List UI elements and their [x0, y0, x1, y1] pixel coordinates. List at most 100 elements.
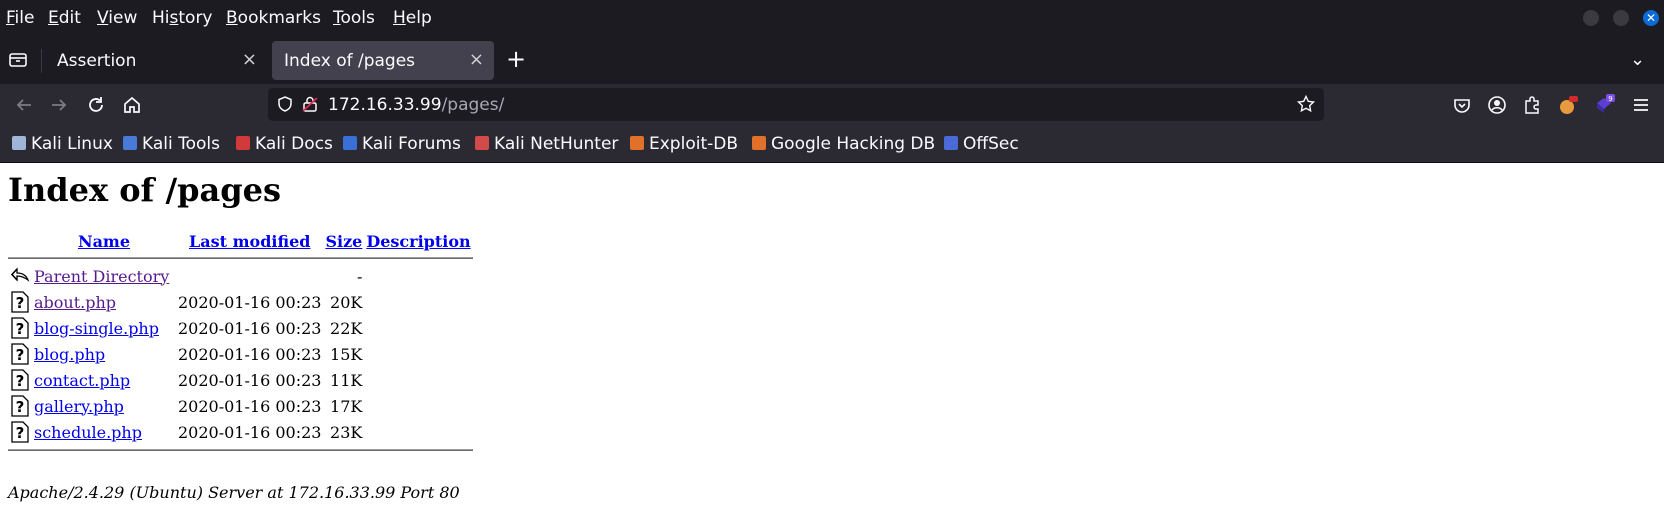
- list-all-tabs-icon[interactable]: ⌄: [1630, 49, 1645, 70]
- account-icon[interactable]: [1486, 94, 1508, 116]
- file-link[interactable]: blog.php: [34, 345, 105, 364]
- directory-listing: Name Last modified Size Description Pare…: [8, 229, 473, 455]
- description-column-header[interactable]: Description: [364, 229, 472, 253]
- back-arrow-icon[interactable]: [13, 94, 35, 116]
- bookmark-kali-docs[interactable]: Kali Docs: [236, 134, 333, 154]
- menu-edit[interactable]: Edit: [48, 8, 81, 28]
- pocket-icon[interactable]: [1451, 94, 1473, 116]
- firefox-view-icon[interactable]: [8, 50, 30, 70]
- maximize-button[interactable]: [1613, 10, 1629, 26]
- menu-bookmarks[interactable]: Bookmarks: [226, 8, 321, 28]
- file-link[interactable]: gallery.php: [34, 397, 124, 416]
- modified-column-header[interactable]: Last modified: [176, 229, 323, 253]
- bookmark-kali-linux[interactable]: Kali Linux: [12, 134, 113, 154]
- modified-cell: 2020-01-16 00:23: [178, 370, 322, 390]
- tab-strip: Assertion × Index of /pages × + ⌄: [0, 37, 1664, 84]
- parent-directory-link[interactable]: Parent Directory: [34, 267, 169, 286]
- unknown-file-icon: ?: [10, 291, 30, 313]
- menu-view[interactable]: View: [97, 8, 137, 28]
- close-window-button[interactable]: ✕: [1643, 10, 1659, 26]
- separator-row: [8, 253, 473, 263]
- bookmark-kali-nethunter[interactable]: Kali NetHunter: [475, 134, 618, 154]
- size-column-header[interactable]: Size: [323, 229, 364, 253]
- bookmark-star-icon[interactable]: [1296, 94, 1316, 114]
- listing-header-row: Name Last modified Size Description: [8, 229, 473, 253]
- sort-by-name-link[interactable]: Name: [78, 232, 130, 251]
- bookmark-google-hacking-db[interactable]: Google Hacking DB: [752, 134, 935, 154]
- menu-file[interactable]: File: [6, 8, 34, 28]
- bookmark-kali-tools[interactable]: Kali Tools: [123, 134, 220, 154]
- tab-title: Assertion: [57, 51, 137, 71]
- size-cell: 17K: [330, 396, 363, 416]
- page-title: Index of /pages: [8, 171, 281, 209]
- description-cell: [364, 393, 472, 419]
- modified-cell: 2020-01-16 00:23: [178, 318, 322, 338]
- tab-index-of-pages[interactable]: Index of /pages ×: [272, 41, 494, 80]
- kali-forums-icon: [343, 136, 357, 150]
- page-content: Index of /pages Name Last modified Size …: [0, 163, 1664, 519]
- svg-text:?: ?: [16, 372, 25, 390]
- forward-arrow-icon[interactable]: [48, 94, 70, 116]
- svg-text:?: ?: [16, 294, 25, 312]
- new-tab-button[interactable]: +: [506, 45, 526, 73]
- modified-cell: [176, 263, 323, 289]
- svg-text:?: ?: [16, 424, 25, 442]
- unknown-file-icon: ?: [10, 421, 30, 443]
- extensions-puzzle-icon[interactable]: [1521, 94, 1543, 116]
- close-tab-icon[interactable]: ×: [242, 49, 257, 70]
- extension-cube-icon[interactable]: 9: [1593, 94, 1615, 116]
- bookmark-exploit-db[interactable]: Exploit-DB: [630, 134, 738, 154]
- ghdb-icon: [752, 136, 766, 150]
- name-cell: blog-single.php: [32, 315, 176, 341]
- bookmark-kali-forums[interactable]: Kali Forums: [343, 134, 461, 154]
- svg-text:?: ?: [16, 398, 25, 416]
- file-link[interactable]: about.php: [34, 293, 116, 312]
- reload-icon[interactable]: [85, 94, 107, 116]
- name-cell: gallery.php: [32, 393, 176, 419]
- divider: [8, 257, 473, 259]
- size-cell: 11K: [330, 370, 363, 390]
- file-link[interactable]: schedule.php: [34, 423, 142, 442]
- size-cell: 20K: [330, 292, 363, 312]
- file-icon-cell: ?: [8, 367, 32, 393]
- extension-fox-icon[interactable]: [1557, 94, 1579, 116]
- name-cell: contact.php: [32, 367, 176, 393]
- name-column-header[interactable]: Name: [32, 229, 176, 253]
- offsec-icon: [944, 136, 958, 150]
- unknown-file-icon: ?: [10, 317, 30, 339]
- hamburger-menu-icon[interactable]: [1630, 94, 1652, 116]
- bookmark-offsec[interactable]: OffSec: [944, 134, 1019, 154]
- close-tab-icon[interactable]: ×: [469, 49, 484, 70]
- menu-help[interactable]: Help: [393, 8, 432, 28]
- size-cell: 22K: [330, 318, 363, 338]
- insecure-lock-icon[interactable]: [301, 95, 319, 113]
- url-text[interactable]: 172.16.33.99/pages/: [328, 95, 504, 115]
- url-bar[interactable]: 172.16.33.99/pages/: [268, 88, 1324, 121]
- modified-cell: 2020-01-16 00:23: [178, 422, 322, 442]
- description-cell: [364, 263, 472, 289]
- size-cell: 23K: [330, 422, 363, 442]
- sort-by-modified-link[interactable]: Last modified: [189, 232, 310, 251]
- description-cell: [364, 315, 472, 341]
- file-icon-cell: ?: [8, 341, 32, 367]
- file-link[interactable]: blog-single.php: [34, 319, 159, 338]
- tab-assertion[interactable]: Assertion ×: [45, 41, 267, 80]
- size-cell: -: [356, 266, 363, 286]
- tracking-protection-shield-icon[interactable]: [276, 95, 294, 113]
- sort-by-size-link[interactable]: Size: [325, 232, 362, 251]
- table-row: ? blog.php 2020-01-16 00:23 15K: [8, 341, 473, 367]
- table-row: ? blog-single.php 2020-01-16 00:23 22K: [8, 315, 473, 341]
- minimize-button[interactable]: [1583, 10, 1599, 26]
- file-icon-cell: ?: [8, 289, 32, 315]
- menu-history[interactable]: History: [152, 8, 213, 28]
- svg-text:?: ?: [16, 320, 25, 338]
- description-cell: [364, 419, 472, 445]
- name-cell: blog.php: [32, 341, 176, 367]
- file-link[interactable]: contact.php: [34, 371, 130, 390]
- menu-bar: File Edit View History Bookmarks Tools H…: [0, 0, 1664, 37]
- table-row: Parent Directory -: [8, 263, 473, 289]
- file-icon-cell: ?: [8, 315, 32, 341]
- menu-tools[interactable]: Tools: [333, 8, 375, 28]
- sort-by-description-link[interactable]: Description: [366, 232, 470, 251]
- home-icon[interactable]: [121, 94, 143, 116]
